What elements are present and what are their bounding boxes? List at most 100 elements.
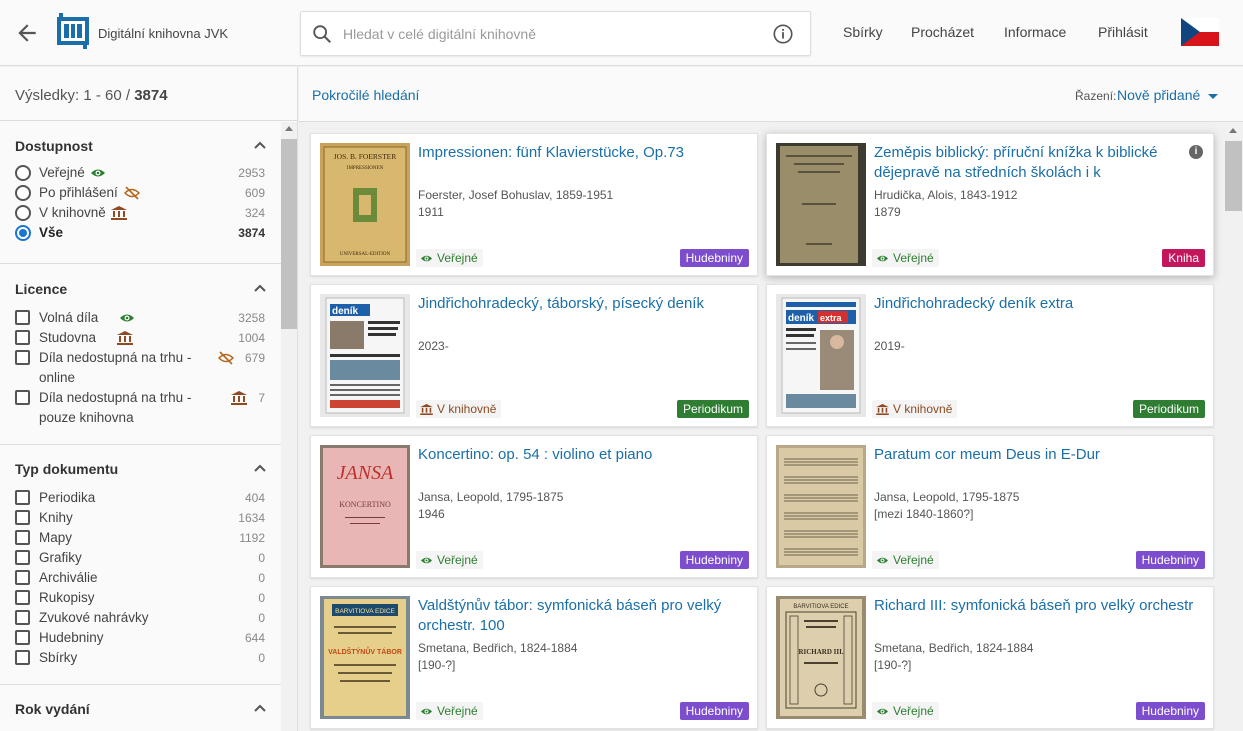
- eye-icon: [91, 169, 105, 177]
- result-card[interactable]: Zeměpis biblický: příruční knížka k bibl…: [766, 133, 1214, 276]
- checkbox[interactable]: [15, 530, 30, 545]
- card-title[interactable]: Impressionen: fünf Klavierstücke, Op.73: [418, 143, 746, 183]
- search-box: [300, 11, 811, 56]
- card-title[interactable]: Koncertino: op. 54 : violino et piano: [418, 445, 746, 465]
- nav-browse[interactable]: Procházet: [911, 24, 974, 40]
- checkbox[interactable]: [15, 550, 30, 565]
- access-option-library[interactable]: V knihovně 324: [15, 203, 267, 223]
- card-title[interactable]: Jindřichohradecký, táborský, písecký den…: [418, 294, 746, 314]
- access-option-public[interactable]: Veřejné 2953: [15, 163, 267, 183]
- doctype-badge: Kniha: [1162, 249, 1205, 267]
- back-arrow-icon[interactable]: [14, 20, 40, 46]
- card-title[interactable]: Jindřichohradecký deník extra: [874, 294, 1202, 314]
- nav-login[interactable]: Přihlásit: [1098, 24, 1148, 40]
- chevron-up-icon[interactable]: [253, 140, 267, 150]
- checkbox[interactable]: [15, 330, 30, 345]
- checkbox[interactable]: [15, 610, 30, 625]
- result-card[interactable]: Paratum cor meum Deus in E-Dur Jansa, Le…: [766, 435, 1214, 578]
- eye-off-icon: [124, 186, 140, 200]
- checkbox[interactable]: [15, 570, 30, 585]
- radio-button[interactable]: [15, 205, 31, 221]
- result-card[interactable]: deník Jindřichohradecký, táborský, písec…: [310, 284, 758, 427]
- checkbox[interactable]: [15, 490, 30, 505]
- scroll-up-arrow-icon[interactable]: [1229, 128, 1237, 133]
- result-card[interactable]: JANSA KONCERTINO Koncertino: op. 54 : vi…: [310, 435, 758, 578]
- cover-text: deník: [332, 306, 359, 317]
- sort-dropdown[interactable]: Nově přidané: [1117, 87, 1200, 103]
- doctype-option[interactable]: Grafiky 0: [15, 548, 267, 568]
- cover-text: RICHARD III.: [798, 648, 843, 656]
- chevron-up-icon[interactable]: [253, 283, 267, 293]
- doctype-option[interactable]: Periodika 404: [15, 488, 267, 508]
- sidebar-scrollbar[interactable]: [281, 122, 297, 731]
- checkbox[interactable]: [15, 510, 30, 525]
- library-logo-icon[interactable]: [55, 13, 91, 49]
- card-author: Jansa, Leopold, 1795-1875: [418, 490, 564, 504]
- cover-text: KONCERTINO: [339, 500, 391, 509]
- chevron-up-icon[interactable]: [253, 463, 267, 473]
- info-icon[interactable]: i: [1189, 145, 1203, 159]
- cover-text: JANSA: [337, 462, 394, 484]
- result-card[interactable]: BARVITIOVA EDICE RICHARD III. Richard II…: [766, 586, 1214, 729]
- doctype-option[interactable]: Knihy 1634: [15, 508, 267, 528]
- radio-button[interactable]: [15, 185, 31, 201]
- doctype-option[interactable]: Archiválie 0: [15, 568, 267, 588]
- license-option-reading-room[interactable]: Studovna 1004: [15, 328, 267, 348]
- chevron-up-icon[interactable]: [253, 703, 267, 713]
- card-title[interactable]: Zeměpis biblický: příruční knížka k bibl…: [874, 143, 1194, 183]
- access-option-login[interactable]: Po přihlášení 609: [15, 183, 267, 203]
- eye-icon: [421, 255, 432, 262]
- radio-button[interactable]: [15, 165, 31, 181]
- result-card[interactable]: deník extra Jindřichohradecký deník extr…: [766, 284, 1214, 427]
- access-chip: Veřejné: [416, 702, 483, 720]
- doctype-option[interactable]: Sbírky 0: [15, 648, 267, 668]
- checkbox[interactable]: [15, 350, 30, 365]
- card-title[interactable]: Richard III: symfonická báseň pro velký …: [874, 596, 1202, 616]
- doctype-option[interactable]: Rukopisy 0: [15, 588, 267, 608]
- license-option-free[interactable]: Volná díla 3258: [15, 308, 267, 328]
- card-author: Smetana, Bedřich, 1824-1884: [418, 641, 578, 655]
- access-chip: V knihovně: [416, 400, 502, 418]
- card-year: 2019-: [874, 339, 905, 353]
- scrollbar-thumb[interactable]: [281, 139, 297, 329]
- radio-button-selected[interactable]: [15, 225, 31, 241]
- library-icon: [117, 331, 133, 345]
- checkbox[interactable]: [15, 390, 30, 405]
- license-option-dnnto[interactable]: Díla nedostupná na trhu - online 679: [15, 348, 267, 388]
- result-card[interactable]: BARVITIOVA EDICE VALDŠTÝNŮV TÁBOR Valdšt…: [310, 586, 758, 729]
- results-scrollbar[interactable]: [1225, 124, 1242, 731]
- access-option-all[interactable]: Vše 3874: [15, 223, 267, 243]
- advanced-search-link[interactable]: Pokročilé hledání: [312, 87, 419, 103]
- scrollbar-thumb[interactable]: [1225, 141, 1242, 211]
- search-input[interactable]: [343, 20, 763, 48]
- card-title[interactable]: Paratum cor meum Deus in E-Dur: [874, 445, 1202, 465]
- checkbox[interactable]: [15, 310, 30, 325]
- doctype-option[interactable]: Hudebniny 644: [15, 628, 267, 648]
- cover-text: JOS. B. FOERSTER: [334, 152, 397, 161]
- card-year: [mezi 1840-1860?]: [874, 507, 974, 521]
- result-card[interactable]: JOS. B. FOERSTER IMPRESSIONEN UNIVERSAL-…: [310, 133, 758, 276]
- card-title[interactable]: Valdštýnův tábor: symfonická báseň pro v…: [418, 596, 746, 636]
- card-year: [190-?]: [874, 658, 912, 672]
- cover-thumbnail: [776, 445, 866, 568]
- scroll-up-arrow-icon[interactable]: [285, 126, 293, 131]
- nav-collections[interactable]: Sbírky: [843, 24, 883, 40]
- brand-name[interactable]: Digitální knihovna JVK: [98, 26, 228, 41]
- czech-flag-icon[interactable]: [1181, 18, 1219, 46]
- checkbox[interactable]: [15, 650, 30, 665]
- doctype-option[interactable]: Zvukové nahrávky 0: [15, 608, 267, 628]
- nav-information[interactable]: Informace: [1004, 24, 1066, 40]
- doctype-option[interactable]: Mapy 1192: [15, 528, 267, 548]
- license-option-dnntt[interactable]: Díla nedostupná na trhu - pouze knihovna…: [15, 388, 267, 428]
- cover-thumbnail: deník: [320, 294, 410, 417]
- info-icon[interactable]: [772, 23, 794, 45]
- checkbox[interactable]: [15, 630, 30, 645]
- cover-thumbnail: BARVITIOVA EDICE VALDŠTÝNŮV TÁBOR: [320, 596, 410, 719]
- eye-icon: [421, 708, 432, 715]
- eye-off-icon: [218, 351, 234, 365]
- eye-icon: [877, 708, 888, 715]
- caret-down-icon[interactable]: [1208, 94, 1218, 99]
- cover-text: IMPRESSIONEN: [347, 166, 384, 171]
- card-author: Foerster, Josef Bohuslav, 1859-1951: [418, 188, 614, 202]
- checkbox[interactable]: [15, 590, 30, 605]
